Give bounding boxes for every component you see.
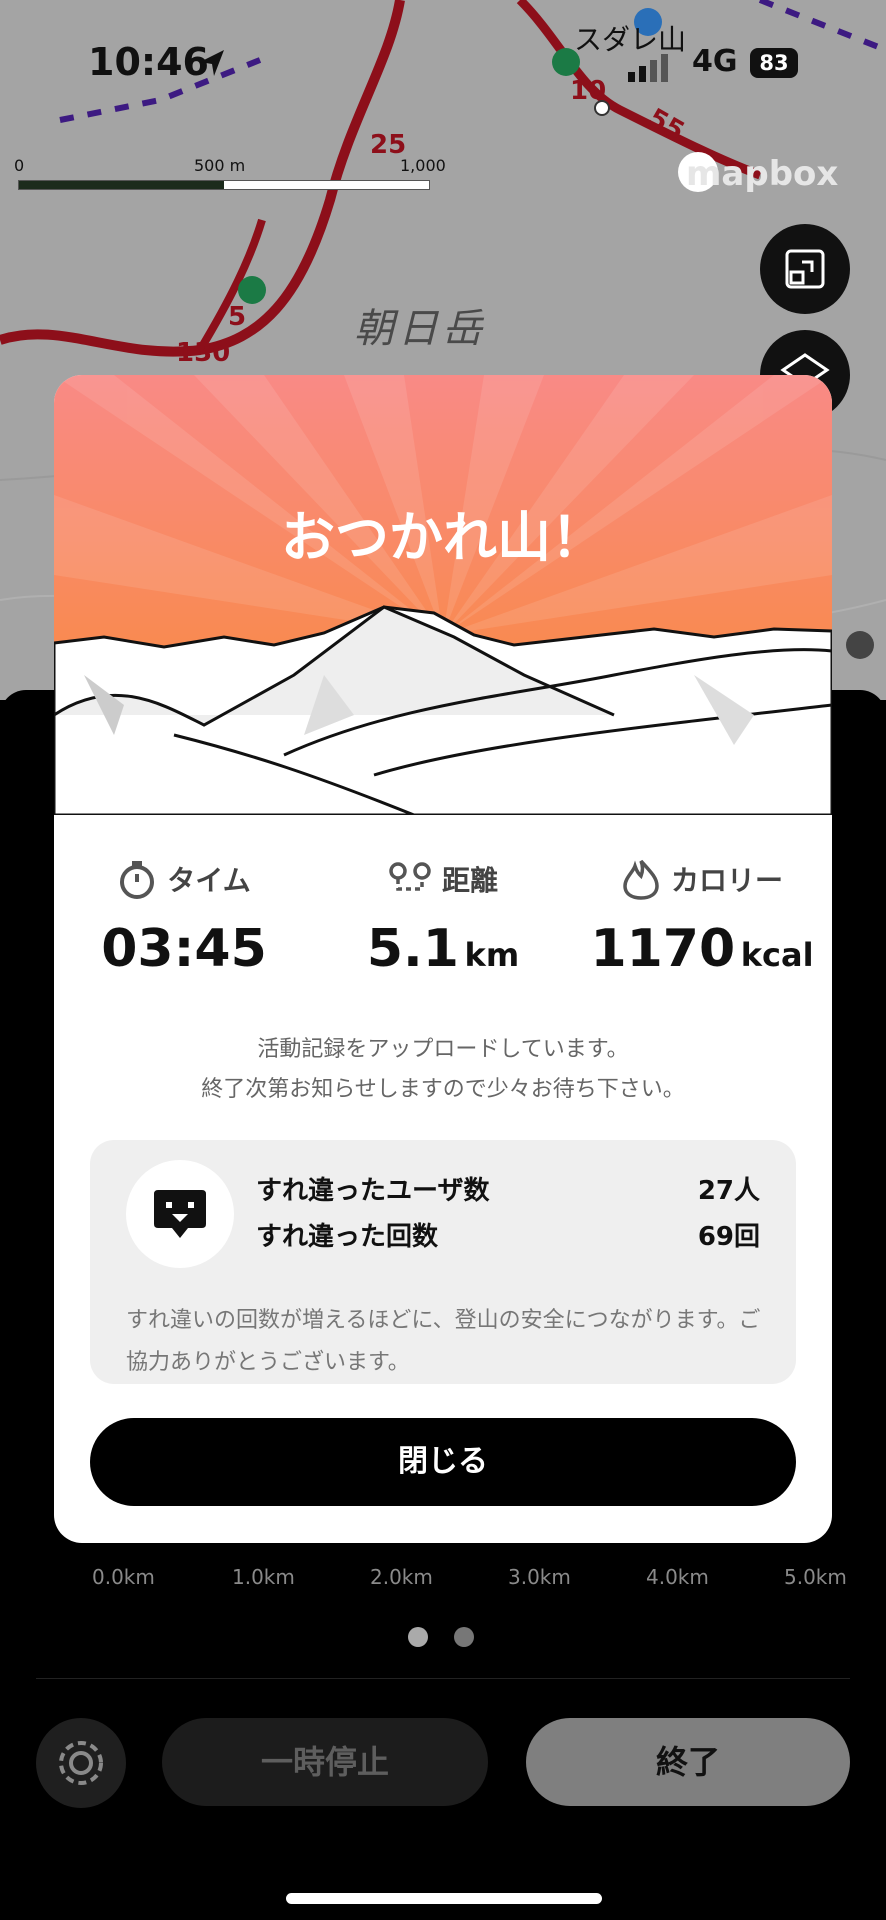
encounter-summary: すれ違ったユーザ数 27人 すれ違った回数 69回 すれ違いの回数が増えるほどに… (90, 1140, 796, 1384)
stopwatch-icon (120, 861, 155, 899)
page-dot-2[interactable] (454, 1627, 474, 1647)
encounter-users-value: 27人 (697, 1176, 760, 1206)
encounter-note: すれ違いの回数が増えるほどに、登山の安全につながります。ご協力ありがとうございま… (126, 1308, 761, 1375)
route-icon (389, 862, 431, 891)
end-button[interactable]: 終了 (526, 1718, 850, 1806)
close-button[interactable]: 閉じる (90, 1418, 796, 1506)
map-place-label: 朝日岳 (354, 306, 486, 352)
elevation-x-tick: 5.0km (784, 1565, 847, 1589)
pause-button[interactable]: 一時停止 (162, 1718, 488, 1806)
mountain-sunburst-illustration (54, 375, 832, 815)
settings-button[interactable] (36, 1718, 126, 1808)
fit-route-icon (785, 249, 825, 289)
elevation-x-tick: 1.0km (232, 1565, 295, 1589)
completion-modal: おつかれ山！ タイム 03:45 距離 5.1 km カロリー 1170 kca… (54, 375, 832, 1543)
elevation-x-tick: 3.0km (508, 1565, 571, 1589)
page-dot-1[interactable] (408, 1627, 428, 1647)
elevation-x-tick: 4.0km (646, 1565, 709, 1589)
elevation-x-tick: 2.0km (370, 1565, 433, 1589)
map-attribution: mapbox (686, 154, 839, 194)
modal-title: おつかれ山！ (281, 506, 605, 569)
status-bar: 10:46 4G 83 (0, 0, 886, 130)
gear-icon (59, 1741, 103, 1785)
battery-indicator: 83 (750, 48, 798, 78)
encounter-count-label: すれ違った回数 (256, 1222, 439, 1252)
encounter-count-value: 69回 (697, 1222, 760, 1252)
activity-stats: タイム 03:45 距離 5.1 km カロリー 1170 kcal (54, 855, 832, 1015)
map-scale: 0 500 m 1,000 m (14, 150, 446, 194)
location-arrow-icon (200, 50, 224, 76)
stat-calories-value: 1170 kcal (590, 919, 814, 979)
encounter-icon (126, 1160, 234, 1268)
route-number: 130 (176, 338, 231, 368)
divider (36, 1678, 850, 1679)
elevation-x-tick: 0.0km (92, 1565, 155, 1589)
upload-message: 活動記録をアップロードしています。 終了次第お知らせしますので少々お待ち下さい。 (201, 1037, 685, 1102)
fit-route-button[interactable] (760, 224, 850, 314)
home-indicator[interactable] (286, 1893, 602, 1904)
stat-time-value: 03:45 (101, 919, 267, 979)
signal-icon (628, 54, 668, 82)
network-type: 4G (692, 44, 738, 79)
status-time: 10:46 (88, 40, 209, 84)
encounter-users-label: すれ違ったユーザ数 (256, 1176, 490, 1206)
route-number: 5 (228, 302, 247, 332)
page-indicator[interactable] (408, 1627, 500, 1651)
flame-icon (623, 859, 659, 900)
face-badge-icon (154, 1190, 206, 1238)
stat-distance-value: 5.1 km (366, 919, 520, 979)
